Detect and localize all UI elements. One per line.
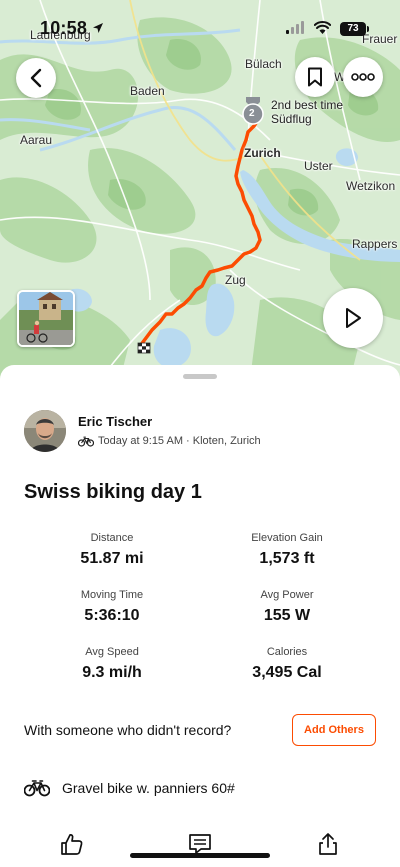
finish-flag-icon bbox=[137, 342, 151, 354]
activity-details-sheet[interactable]: Eric Tischer Today at 9:15 AM · Kloten, … bbox=[0, 365, 400, 867]
avatar[interactable] bbox=[24, 410, 66, 452]
stat-label: Calories bbox=[266, 646, 308, 658]
stat-label: Elevation Gain bbox=[251, 532, 323, 544]
stat-distance: Distance 51.87 mi bbox=[22, 532, 202, 568]
thumbs-up-icon[interactable] bbox=[60, 832, 84, 856]
map-label-zurich: Zurich bbox=[244, 146, 281, 160]
map-label-wetzikon: Wetzikon bbox=[346, 179, 396, 193]
activity-title: Swiss biking day 1 bbox=[24, 481, 202, 503]
photo-image bbox=[19, 292, 73, 345]
wifi-icon bbox=[314, 21, 331, 34]
status-time: 10:58 bbox=[40, 18, 88, 38]
stat-label: Avg Speed bbox=[85, 646, 139, 658]
location-arrow-icon bbox=[93, 23, 103, 33]
bike-icon bbox=[78, 436, 94, 447]
stat-elevation-gain: Elevation Gain 1,573 ft bbox=[197, 532, 377, 568]
segment-name: Südflug bbox=[271, 112, 312, 126]
map-label-uster: Uster bbox=[304, 159, 333, 173]
achievement-rank-text: 2nd best time bbox=[271, 98, 344, 112]
sheet-grabber[interactable] bbox=[183, 374, 217, 379]
stat-value: 3,495 Cal bbox=[252, 664, 322, 681]
segment-achievement[interactable]: 2nd best time Südflug bbox=[271, 98, 343, 126]
activity-photo-thumbnail[interactable] bbox=[17, 290, 75, 347]
more-options-button[interactable] bbox=[343, 57, 383, 97]
medal-rank: 2 bbox=[249, 108, 255, 119]
map-label-baden: Baden bbox=[130, 84, 165, 98]
stat-label: Avg Power bbox=[260, 589, 314, 601]
avatar-image bbox=[24, 410, 66, 452]
stat-value: 51.87 mi bbox=[80, 550, 144, 567]
share-icon[interactable] bbox=[316, 832, 340, 856]
with-someone-prompt: With someone who didn't record? bbox=[24, 722, 232, 738]
cellular-signal-icon bbox=[286, 21, 304, 34]
bookmark-icon bbox=[308, 67, 322, 87]
home-indicator[interactable] bbox=[130, 853, 270, 858]
stat-value: 5:36:10 bbox=[84, 607, 140, 624]
map-label-bulach: Bülach bbox=[245, 57, 282, 71]
chevron-left-icon bbox=[30, 68, 42, 88]
map-label-rappers: Rappers bbox=[352, 237, 398, 251]
medal-icon[interactable]: 2 bbox=[241, 97, 265, 125]
stat-value: 155 W bbox=[263, 607, 311, 624]
more-options-icon bbox=[351, 73, 375, 81]
stat-avg-power: Avg Power 155 W bbox=[197, 589, 377, 625]
activity-meta: Today at 9:15 AM · Kloten, Zurich bbox=[78, 435, 261, 447]
map-label-aarau: Aarau bbox=[20, 133, 53, 147]
stat-moving-time: Moving Time 5:36:10 bbox=[22, 589, 202, 625]
gear-row[interactable]: Gravel bike w. panniers 60# bbox=[24, 779, 235, 797]
stat-value: 1,573 ft bbox=[259, 550, 315, 567]
athlete-name[interactable]: Eric Tischer bbox=[78, 414, 152, 429]
map-label-zug: Zug bbox=[225, 273, 246, 287]
status-bar: 10:58 73 bbox=[0, 0, 400, 44]
stat-calories: Calories 3,495 Cal bbox=[197, 646, 377, 682]
back-button[interactable] bbox=[16, 58, 56, 98]
add-others-button[interactable]: Add Others bbox=[292, 714, 376, 746]
play-flyover-button[interactable] bbox=[323, 288, 383, 348]
bike-icon bbox=[24, 780, 50, 797]
battery-tip bbox=[367, 26, 369, 32]
save-route-button[interactable] bbox=[295, 57, 335, 97]
stat-label: Distance bbox=[90, 532, 134, 544]
activity-meta-text: Today at 9:15 AM · Kloten, Zurich bbox=[98, 435, 261, 447]
action-bar bbox=[0, 830, 400, 867]
stat-value: 9.3 mi/h bbox=[82, 664, 142, 681]
play-icon bbox=[346, 308, 361, 328]
battery-indicator: 73 bbox=[340, 22, 366, 36]
stat-avg-speed: Avg Speed 9.3 mi/h bbox=[22, 646, 202, 682]
gear-name: Gravel bike w. panniers 60# bbox=[62, 780, 235, 796]
activity-map[interactable]: Laufenburg Frauer Bülach W Baden Aarau Z… bbox=[0, 0, 400, 380]
stat-label: Moving Time bbox=[80, 589, 144, 601]
